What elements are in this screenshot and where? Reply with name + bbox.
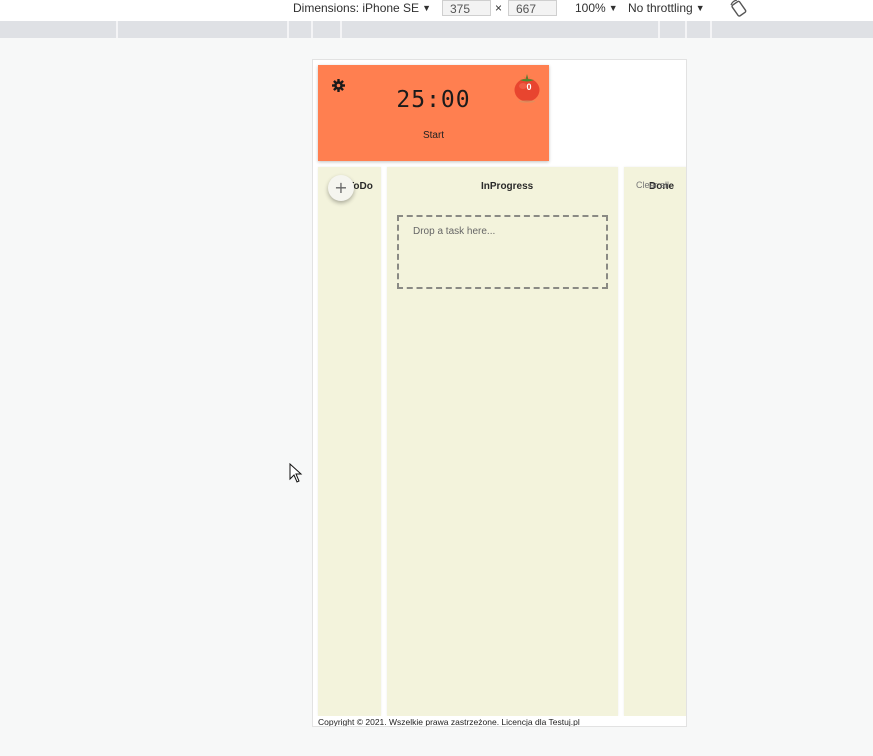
drop-placeholder: Drop a task here... (413, 226, 496, 237)
rotate-icon[interactable] (729, 0, 749, 17)
kanban-board: ToDo + InProgress Drop a task here... Do… (313, 166, 686, 716)
add-task-button[interactable]: + (328, 175, 354, 201)
width-input[interactable]: 375 (442, 0, 491, 16)
media-query-ruler (0, 21, 873, 38)
clear-all-button[interactable]: Clear all (636, 180, 669, 190)
device-selector[interactable]: Dimensions: iPhone SE ▼ (293, 0, 431, 17)
footer-copyright: Copyright © 2021. Wszelkie prawa zastrze… (313, 716, 686, 726)
ruler-tick (685, 21, 687, 38)
column-done: Done Clear all (624, 167, 686, 716)
drop-zone[interactable]: Drop a task here... (397, 215, 608, 289)
chevron-down-icon: ▼ (608, 3, 618, 13)
chevron-down-icon: ▼ (695, 3, 705, 13)
pomodoro-count: 0 (526, 82, 532, 92)
pomodoro-timer-card: 25:00 Start 0 (318, 65, 549, 161)
zoom-label: 100% (575, 1, 606, 15)
start-button[interactable]: Start (408, 127, 459, 143)
ruler-tick (287, 21, 289, 38)
ruler-tick (658, 21, 660, 38)
device-label: Dimensions: iPhone SE (293, 1, 420, 15)
column-inprogress: InProgress Drop a task here... (387, 167, 618, 716)
throttling-label: No throttling (628, 1, 693, 15)
ruler-tick (340, 21, 342, 38)
device-viewport: 25:00 Start 0 ToDo + InProgress Drop a t… (312, 59, 687, 727)
ruler-tick (710, 21, 712, 38)
column-todo: ToDo + (318, 167, 381, 716)
devtools-device-toolbar: Dimensions: iPhone SE ▼ 375 × 667 100% ▼ N… (0, 0, 873, 22)
ruler-tick (311, 21, 313, 38)
height-input[interactable]: 667 (508, 0, 557, 16)
zoom-selector[interactable]: 100% ▼ (575, 0, 618, 17)
dimension-separator: × (495, 1, 503, 15)
column-title-inprogress: InProgress (481, 181, 534, 192)
chevron-down-icon: ▼ (422, 3, 431, 13)
throttling-selector[interactable]: No throttling ▼ (628, 0, 705, 17)
ruler-tick (116, 21, 118, 38)
mouse-cursor-icon (289, 463, 303, 483)
